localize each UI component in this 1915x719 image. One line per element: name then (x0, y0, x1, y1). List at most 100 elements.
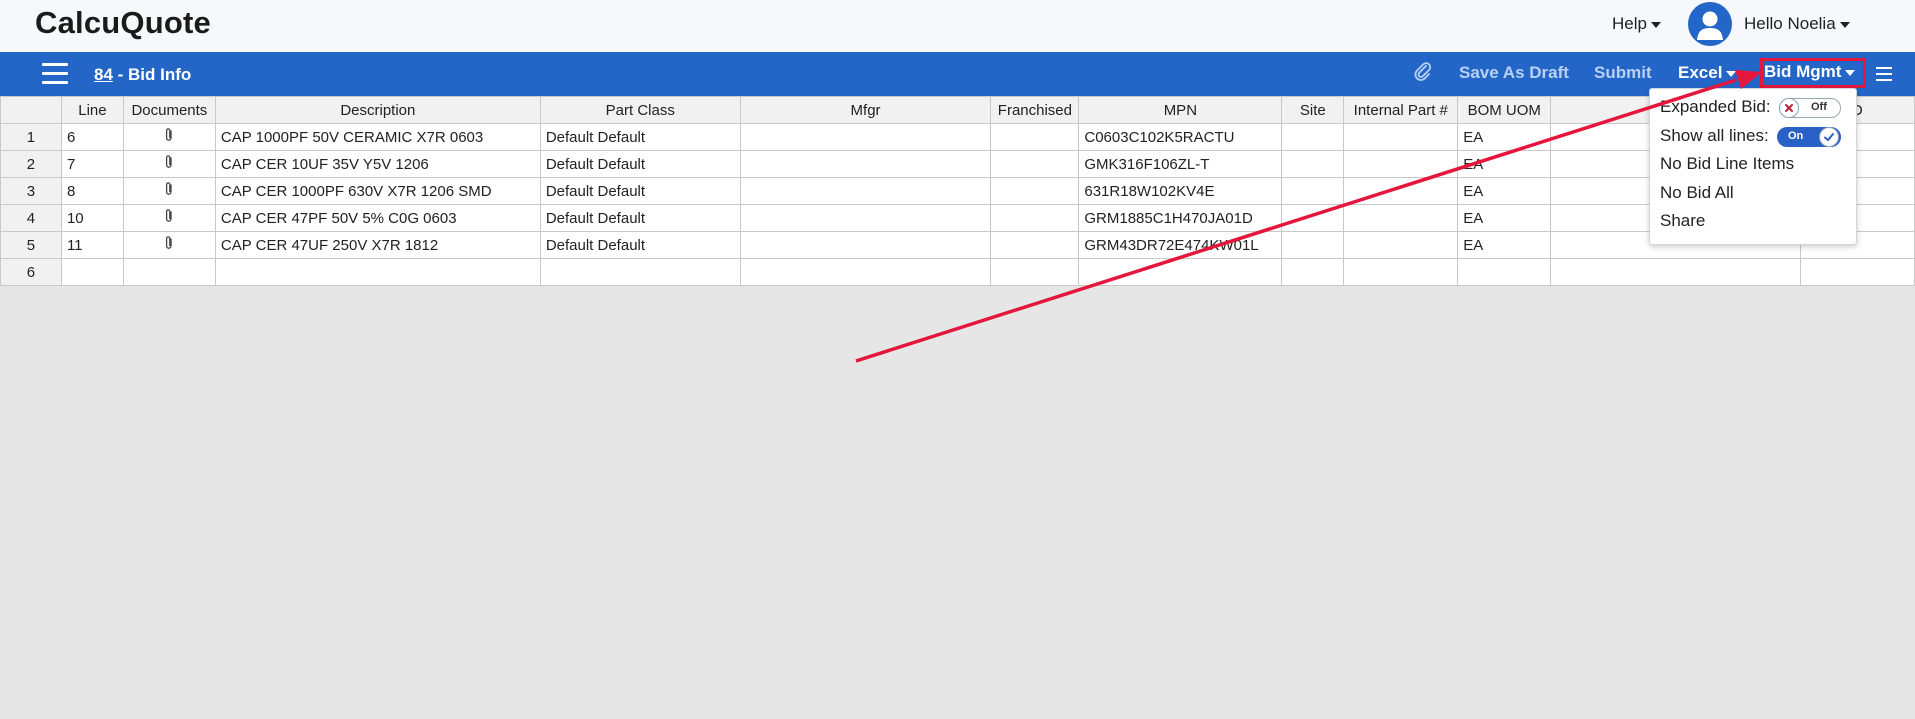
site-cell[interactable] (1281, 231, 1345, 259)
table-row[interactable]: 4 10 CAP CER 47PF 50V 5% C0G 0603 Default D… (0, 204, 1915, 232)
mpn-cell[interactable]: GRM43DR72E474KW01L (1078, 231, 1283, 259)
mpn-cell[interactable]: C0603C102K5RACTU (1078, 123, 1283, 151)
franchised-cell[interactable] (990, 150, 1080, 178)
internal-cell[interactable] (1343, 150, 1459, 178)
mfgr-cell[interactable] (739, 258, 992, 286)
mfgr-cell[interactable] (739, 150, 992, 178)
part-class-cell[interactable]: Default Default (539, 150, 741, 178)
mfgr-cell[interactable] (739, 231, 992, 259)
table-row[interactable]: 1 6 CAP 1000PF 50V CERAMIC X7R 0603 Default… (0, 123, 1915, 151)
main-menu-icon[interactable] (42, 63, 68, 85)
column-header[interactable]: Line (60, 96, 124, 124)
franchised-cell[interactable] (990, 177, 1080, 205)
paperclip-icon[interactable] (164, 208, 174, 224)
documents-cell[interactable] (122, 177, 216, 205)
line-cell[interactable]: 6 (60, 123, 124, 151)
franchised-cell[interactable] (990, 231, 1080, 259)
avatar[interactable] (1688, 2, 1732, 46)
line-cell[interactable]: 8 (60, 177, 124, 205)
more-menu-icon[interactable] (1876, 67, 1892, 81)
bid-number-link[interactable]: 84 (94, 65, 113, 84)
paperclip-icon[interactable] (164, 181, 174, 197)
no-bid-all-item[interactable]: No Bid All (1660, 183, 1734, 203)
paperclip-icon[interactable] (164, 154, 174, 170)
column-header[interactable]: Franchised (990, 96, 1080, 124)
line-cell[interactable]: 10 (60, 204, 124, 232)
table-row[interactable]: 6 (0, 258, 1915, 286)
site-cell[interactable] (1281, 258, 1345, 286)
description-cell[interactable]: CAP CER 1000PF 630V X7R 1206 SMD (214, 177, 541, 205)
column-header[interactable]: Part Class (539, 96, 741, 124)
site-cell[interactable] (1281, 177, 1345, 205)
table-row[interactable]: 2 7 CAP CER 10UF 35V Y5V 1206 Default Defau… (0, 150, 1915, 178)
franchised-cell[interactable] (990, 258, 1080, 286)
mpn-cell[interactable]: 631R18W102KV4E (1078, 177, 1283, 205)
line-cell[interactable]: 11 (60, 231, 124, 259)
user-menu[interactable]: Hello Noelia (1744, 14, 1850, 34)
mpn-cell[interactable]: GRM1885C1H470JA01D (1078, 204, 1283, 232)
documents-cell[interactable] (122, 204, 216, 232)
site-cell[interactable] (1281, 204, 1345, 232)
internal-cell[interactable] (1343, 258, 1459, 286)
part-class-cell[interactable]: Default Default (539, 204, 741, 232)
expanded-bid-toggle[interactable]: Off (1779, 98, 1841, 118)
uom-cell[interactable]: EA (1457, 177, 1552, 205)
column-header[interactable]: Mfgr (739, 96, 992, 124)
paperclip-icon[interactable] (164, 235, 174, 251)
column-header[interactable]: Internal Part # (1343, 96, 1459, 124)
part-class-cell[interactable]: Default Default (539, 231, 741, 259)
description-cell[interactable]: CAP CER 47UF 250V X7R 1812 (214, 231, 541, 259)
line-cell[interactable]: 7 (60, 150, 124, 178)
documents-cell[interactable] (122, 150, 216, 178)
documents-cell[interactable] (122, 123, 216, 151)
attachment-icon[interactable] (1414, 62, 1432, 87)
supplier-cell[interactable] (1550, 258, 1801, 286)
uom-cell[interactable]: EA (1457, 204, 1552, 232)
column-header[interactable]: BOM UOM (1457, 96, 1552, 124)
franchised-cell[interactable] (990, 123, 1080, 151)
chevron-down-icon (1839, 21, 1850, 28)
site-cell[interactable] (1281, 150, 1345, 178)
mfgr-cell[interactable] (739, 204, 992, 232)
description-cell[interactable]: CAP 1000PF 50V CERAMIC X7R 0603 (214, 123, 541, 151)
mpn-cell[interactable]: GMK316F106ZL-T (1078, 150, 1283, 178)
mfgr-cell[interactable] (739, 123, 992, 151)
mfgr-cell[interactable] (739, 177, 992, 205)
franchised-cell[interactable] (990, 204, 1080, 232)
part-class-cell[interactable]: Default Default (539, 123, 741, 151)
app-logo[interactable]: CalcuQuote (35, 5, 211, 41)
column-header[interactable]: Description (214, 96, 541, 124)
internal-cell[interactable] (1343, 231, 1459, 259)
save-draft-button[interactable]: Save As Draft (1459, 63, 1569, 83)
help-menu[interactable]: Help (1612, 14, 1661, 34)
internal-cell[interactable] (1343, 177, 1459, 205)
show-all-lines-toggle[interactable]: On (1777, 127, 1841, 147)
column-header[interactable]: MPN (1078, 96, 1283, 124)
table-row[interactable]: 3 8 CAP CER 1000PF 630V X7R 1206 SMD Defaul… (0, 177, 1915, 205)
uom-cell[interactable]: EA (1457, 123, 1552, 151)
excel-menu[interactable]: Excel (1678, 63, 1737, 83)
description-cell[interactable]: CAP CER 47PF 50V 5% C0G 0603 (214, 204, 541, 232)
uom-cell[interactable]: EA (1457, 150, 1552, 178)
column-header[interactable]: Documents (122, 96, 216, 124)
description-cell[interactable] (214, 258, 541, 286)
submit-button[interactable]: Submit (1594, 63, 1652, 83)
documents-cell[interactable] (122, 231, 216, 259)
share-item[interactable]: Share (1660, 211, 1705, 231)
part-class-cell[interactable]: Default Default (539, 177, 741, 205)
part-class-cell[interactable] (539, 258, 741, 286)
mpn-cell[interactable] (1078, 258, 1283, 286)
expiry-cell[interactable] (1799, 258, 1915, 286)
table-row[interactable]: 5 11 CAP CER 47UF 250V X7R 1812 Default Def… (0, 231, 1915, 259)
documents-cell[interactable] (122, 258, 216, 286)
internal-cell[interactable] (1343, 123, 1459, 151)
description-cell[interactable]: CAP CER 10UF 35V Y5V 1206 (214, 150, 541, 178)
column-header[interactable]: Site (1281, 96, 1345, 124)
no-bid-line-items-item[interactable]: No Bid Line Items (1660, 154, 1794, 174)
internal-cell[interactable] (1343, 204, 1459, 232)
site-cell[interactable] (1281, 123, 1345, 151)
paperclip-icon[interactable] (164, 127, 174, 143)
uom-cell[interactable]: EA (1457, 231, 1552, 259)
uom-cell[interactable] (1457, 258, 1552, 286)
line-cell[interactable] (60, 258, 124, 286)
